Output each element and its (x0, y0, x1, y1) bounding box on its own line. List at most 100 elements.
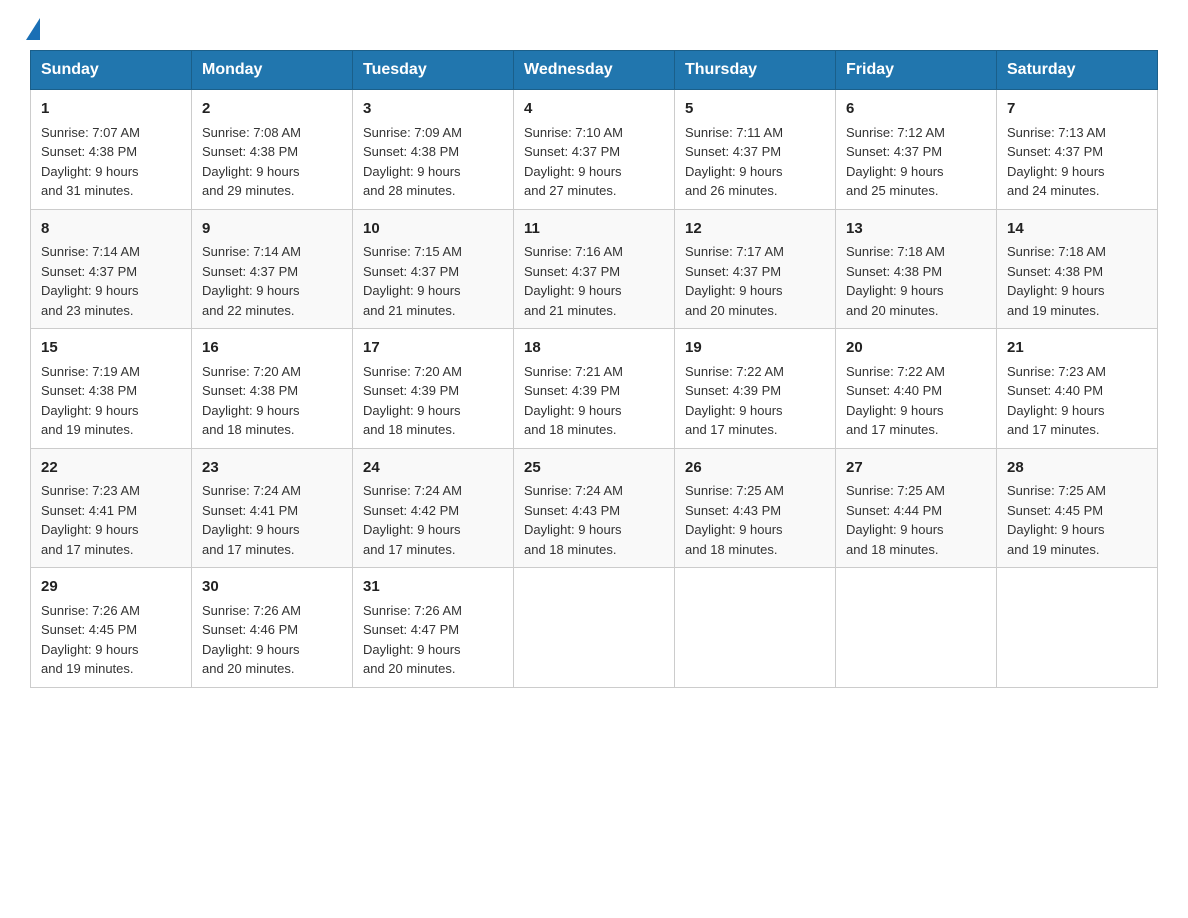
day-sunset: Sunset: 4:46 PM (202, 622, 298, 637)
day-sunrise: Sunrise: 7:13 AM (1007, 125, 1106, 140)
day-daylight: Daylight: 9 hours (41, 283, 139, 298)
day-daylight-cont: and 17 minutes. (41, 542, 134, 557)
day-sunset: Sunset: 4:37 PM (524, 144, 620, 159)
calendar-cell: 30 Sunrise: 7:26 AM Sunset: 4:46 PM Dayl… (192, 568, 353, 688)
day-sunset: Sunset: 4:38 PM (202, 144, 298, 159)
day-daylight-cont: and 24 minutes. (1007, 183, 1100, 198)
day-sunrise: Sunrise: 7:07 AM (41, 125, 140, 140)
day-sunset: Sunset: 4:37 PM (846, 144, 942, 159)
calendar-cell: 3 Sunrise: 7:09 AM Sunset: 4:38 PM Dayli… (353, 90, 514, 210)
calendar-week-row: 8 Sunrise: 7:14 AM Sunset: 4:37 PM Dayli… (31, 209, 1158, 329)
day-daylight-cont: and 20 minutes. (363, 661, 456, 676)
day-sunset: Sunset: 4:45 PM (1007, 503, 1103, 518)
day-daylight-cont: and 28 minutes. (363, 183, 456, 198)
calendar-cell: 1 Sunrise: 7:07 AM Sunset: 4:38 PM Dayli… (31, 90, 192, 210)
day-number: 12 (685, 218, 825, 241)
calendar-cell: 6 Sunrise: 7:12 AM Sunset: 4:37 PM Dayli… (836, 90, 997, 210)
day-sunrise: Sunrise: 7:19 AM (41, 364, 140, 379)
day-daylight-cont: and 31 minutes. (41, 183, 134, 198)
day-sunset: Sunset: 4:38 PM (1007, 264, 1103, 279)
day-daylight: Daylight: 9 hours (202, 642, 300, 657)
day-sunset: Sunset: 4:41 PM (41, 503, 137, 518)
day-daylight: Daylight: 9 hours (363, 283, 461, 298)
day-sunrise: Sunrise: 7:23 AM (1007, 364, 1106, 379)
day-daylight-cont: and 17 minutes. (363, 542, 456, 557)
calendar-cell: 8 Sunrise: 7:14 AM Sunset: 4:37 PM Dayli… (31, 209, 192, 329)
day-sunset: Sunset: 4:43 PM (524, 503, 620, 518)
day-sunset: Sunset: 4:37 PM (41, 264, 137, 279)
calendar-cell (514, 568, 675, 688)
day-number: 16 (202, 337, 342, 360)
day-daylight: Daylight: 9 hours (1007, 403, 1105, 418)
logo (30, 20, 40, 40)
day-daylight: Daylight: 9 hours (202, 522, 300, 537)
day-daylight-cont: and 18 minutes. (363, 422, 456, 437)
day-sunrise: Sunrise: 7:10 AM (524, 125, 623, 140)
calendar-cell (836, 568, 997, 688)
weekday-header-thursday: Thursday (675, 51, 836, 90)
day-daylight-cont: and 19 minutes. (1007, 542, 1100, 557)
day-daylight-cont: and 22 minutes. (202, 303, 295, 318)
day-sunrise: Sunrise: 7:11 AM (685, 125, 783, 140)
weekday-header-tuesday: Tuesday (353, 51, 514, 90)
calendar-cell: 5 Sunrise: 7:11 AM Sunset: 4:37 PM Dayli… (675, 90, 836, 210)
day-number: 22 (41, 457, 181, 480)
day-number: 28 (1007, 457, 1147, 480)
day-sunset: Sunset: 4:47 PM (363, 622, 459, 637)
day-sunrise: Sunrise: 7:23 AM (41, 483, 140, 498)
day-number: 24 (363, 457, 503, 480)
calendar-week-row: 22 Sunrise: 7:23 AM Sunset: 4:41 PM Dayl… (31, 448, 1158, 568)
day-number: 31 (363, 576, 503, 599)
day-sunset: Sunset: 4:39 PM (524, 383, 620, 398)
day-number: 21 (1007, 337, 1147, 360)
day-number: 18 (524, 337, 664, 360)
logo-triangle-icon (26, 18, 40, 40)
day-daylight-cont: and 27 minutes. (524, 183, 617, 198)
day-number: 11 (524, 218, 664, 241)
day-daylight: Daylight: 9 hours (685, 403, 783, 418)
calendar-cell: 4 Sunrise: 7:10 AM Sunset: 4:37 PM Dayli… (514, 90, 675, 210)
day-sunset: Sunset: 4:37 PM (685, 264, 781, 279)
calendar-cell: 27 Sunrise: 7:25 AM Sunset: 4:44 PM Dayl… (836, 448, 997, 568)
day-sunrise: Sunrise: 7:25 AM (1007, 483, 1106, 498)
day-sunrise: Sunrise: 7:24 AM (202, 483, 301, 498)
calendar-cell: 28 Sunrise: 7:25 AM Sunset: 4:45 PM Dayl… (997, 448, 1158, 568)
weekday-header-saturday: Saturday (997, 51, 1158, 90)
calendar-cell: 12 Sunrise: 7:17 AM Sunset: 4:37 PM Dayl… (675, 209, 836, 329)
calendar-cell: 10 Sunrise: 7:15 AM Sunset: 4:37 PM Dayl… (353, 209, 514, 329)
day-daylight: Daylight: 9 hours (1007, 164, 1105, 179)
day-sunset: Sunset: 4:45 PM (41, 622, 137, 637)
weekday-header-sunday: Sunday (31, 51, 192, 90)
day-daylight: Daylight: 9 hours (41, 522, 139, 537)
calendar-cell: 2 Sunrise: 7:08 AM Sunset: 4:38 PM Dayli… (192, 90, 353, 210)
day-daylight: Daylight: 9 hours (202, 283, 300, 298)
day-sunrise: Sunrise: 7:09 AM (363, 125, 462, 140)
day-daylight-cont: and 19 minutes. (1007, 303, 1100, 318)
weekday-header-friday: Friday (836, 51, 997, 90)
day-number: 19 (685, 337, 825, 360)
day-daylight-cont: and 21 minutes. (363, 303, 456, 318)
calendar-header: SundayMondayTuesdayWednesdayThursdayFrid… (31, 51, 1158, 90)
calendar-cell: 24 Sunrise: 7:24 AM Sunset: 4:42 PM Dayl… (353, 448, 514, 568)
calendar-cell: 11 Sunrise: 7:16 AM Sunset: 4:37 PM Dayl… (514, 209, 675, 329)
day-daylight: Daylight: 9 hours (363, 164, 461, 179)
day-sunrise: Sunrise: 7:25 AM (846, 483, 945, 498)
day-sunset: Sunset: 4:38 PM (41, 144, 137, 159)
day-daylight-cont: and 17 minutes. (685, 422, 778, 437)
page-header (30, 20, 1158, 40)
day-daylight: Daylight: 9 hours (846, 283, 944, 298)
day-sunset: Sunset: 4:42 PM (363, 503, 459, 518)
day-daylight: Daylight: 9 hours (1007, 522, 1105, 537)
day-sunset: Sunset: 4:40 PM (846, 383, 942, 398)
day-sunrise: Sunrise: 7:15 AM (363, 244, 462, 259)
day-daylight: Daylight: 9 hours (41, 403, 139, 418)
day-number: 3 (363, 98, 503, 121)
day-daylight: Daylight: 9 hours (202, 403, 300, 418)
day-number: 15 (41, 337, 181, 360)
day-sunset: Sunset: 4:40 PM (1007, 383, 1103, 398)
calendar-cell: 23 Sunrise: 7:24 AM Sunset: 4:41 PM Dayl… (192, 448, 353, 568)
day-daylight: Daylight: 9 hours (685, 164, 783, 179)
day-daylight: Daylight: 9 hours (202, 164, 300, 179)
day-sunrise: Sunrise: 7:18 AM (1007, 244, 1106, 259)
day-daylight: Daylight: 9 hours (524, 283, 622, 298)
